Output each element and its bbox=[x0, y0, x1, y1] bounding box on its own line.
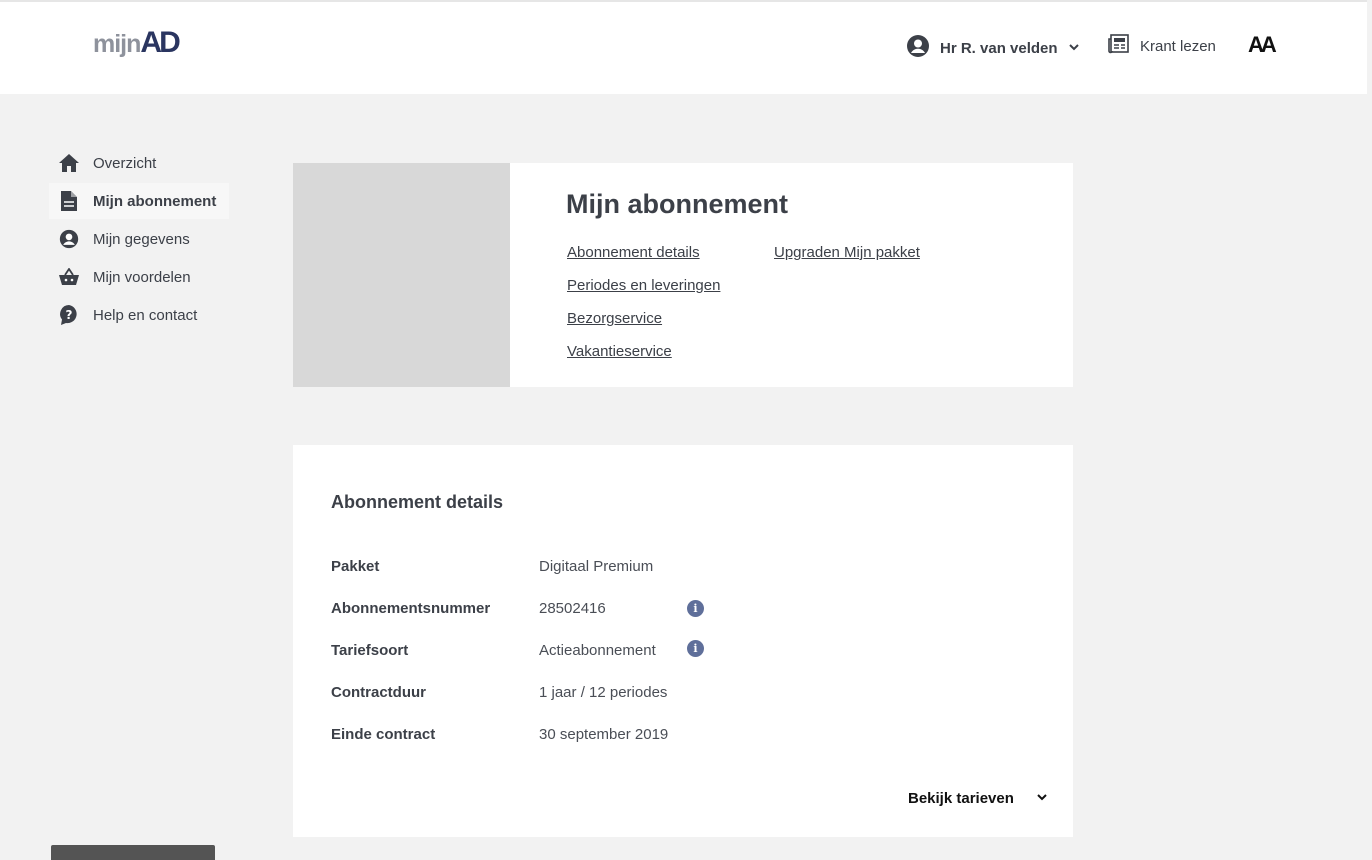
detail-label: Contractduur bbox=[331, 683, 426, 701]
sidebar-item-label: Help en contact bbox=[93, 306, 198, 324]
detail-row-tariefsoort: Tariefsoort Actieabonnement bbox=[331, 639, 656, 661]
help-icon: ? bbox=[59, 305, 79, 325]
sidebar-item-mijn-abonnement[interactable]: Mijn abonnement bbox=[49, 183, 229, 219]
sidebar-item-overzicht[interactable]: Overzicht bbox=[49, 145, 229, 181]
home-icon bbox=[59, 153, 79, 173]
bekijk-tarieven-button[interactable]: Bekijk tarieven bbox=[908, 790, 1048, 807]
user-name: Hr R. van velden bbox=[940, 39, 1058, 57]
detail-value: Actieabonnement bbox=[539, 641, 656, 659]
detail-value: 1 jaar / 12 periodes bbox=[539, 683, 668, 701]
logo-ad-text: AD bbox=[140, 26, 180, 59]
sidebar-nav: Overzicht Mijn abonnement Mijn gegevens … bbox=[49, 145, 229, 335]
chevron-down-icon bbox=[1068, 40, 1080, 57]
detail-label: Einde contract bbox=[331, 725, 436, 743]
feedback-tab[interactable] bbox=[51, 845, 215, 860]
basket-icon bbox=[59, 267, 79, 287]
detail-row-pakket: Pakket Digitaal Premium bbox=[331, 555, 653, 577]
document-icon bbox=[59, 191, 79, 211]
detail-value: 28502416 bbox=[539, 599, 606, 617]
svg-text:?: ? bbox=[66, 308, 73, 322]
link-abonnement-details[interactable]: Abonnement details bbox=[567, 243, 720, 262]
subscription-details-card: Abonnement details Pakket Digitaal Premi… bbox=[293, 445, 1073, 837]
detail-label: Pakket bbox=[331, 557, 380, 575]
logo-mijn-text: mijn bbox=[93, 30, 141, 58]
link-periodes-en-leveringen[interactable]: Periodes en leveringen bbox=[567, 276, 720, 295]
link-bezorgservice[interactable]: Bezorgservice bbox=[567, 309, 720, 328]
krant-lezen-label: Krant lezen bbox=[1140, 37, 1216, 55]
sidebar-item-help-en-contact[interactable]: ? Help en contact bbox=[49, 297, 229, 333]
sidebar-item-label: Overzicht bbox=[93, 154, 157, 172]
subscription-card: Mijn abonnement Abonnement details Perio… bbox=[293, 163, 1073, 387]
user-menu-button[interactable]: Hr R. van velden bbox=[906, 34, 1080, 62]
user-icon bbox=[59, 229, 79, 249]
chevron-down-icon bbox=[1036, 790, 1048, 807]
detail-row-abonnementsnummer: Abonnementsnummer 28502416 bbox=[331, 597, 606, 619]
detail-label: Abonnementsnummer bbox=[331, 599, 491, 617]
sidebar-item-label: Mijn abonnement bbox=[93, 192, 217, 210]
info-icon[interactable]: i bbox=[687, 640, 704, 657]
bekijk-tarieven-label: Bekijk tarieven bbox=[908, 790, 1014, 807]
sidebar-item-mijn-gegevens[interactable]: Mijn gegevens bbox=[49, 221, 229, 257]
sidebar-item-label: Mijn voordelen bbox=[93, 268, 191, 286]
link-upgraden-mijn-pakket[interactable]: Upgraden Mijn pakket bbox=[774, 243, 920, 262]
info-icon[interactable]: i bbox=[687, 600, 704, 617]
sidebar-item-label: Mijn gegevens bbox=[93, 230, 190, 248]
user-circle-icon bbox=[906, 34, 930, 62]
subscription-image-placeholder bbox=[293, 163, 510, 387]
detail-row-contractduur: Contractduur 1 jaar / 12 periodes bbox=[331, 681, 667, 703]
page-title: Mijn abonnement bbox=[566, 189, 788, 219]
top-header: mijnAD Hr R. van velden Krant lezen AA bbox=[0, 0, 1367, 94]
details-title: Abonnement details bbox=[331, 492, 504, 512]
font-size-toggle[interactable]: AA bbox=[1248, 32, 1277, 58]
newspaper-icon bbox=[1108, 34, 1130, 58]
krant-lezen-link[interactable]: Krant lezen bbox=[1108, 34, 1216, 58]
detail-value: 30 september 2019 bbox=[539, 725, 669, 743]
sidebar-item-mijn-voordelen[interactable]: Mijn voordelen bbox=[49, 259, 229, 295]
detail-value: Digitaal Premium bbox=[539, 557, 654, 575]
mijn-ad-logo[interactable]: mijnAD bbox=[93, 26, 181, 60]
subscription-links: Abonnement details Periodes en leveringe… bbox=[567, 243, 720, 375]
detail-label: Tariefsoort bbox=[331, 641, 409, 659]
link-vakantieservice[interactable]: Vakantieservice bbox=[567, 342, 720, 361]
detail-row-einde-contract: Einde contract 30 september 2019 bbox=[331, 723, 668, 745]
